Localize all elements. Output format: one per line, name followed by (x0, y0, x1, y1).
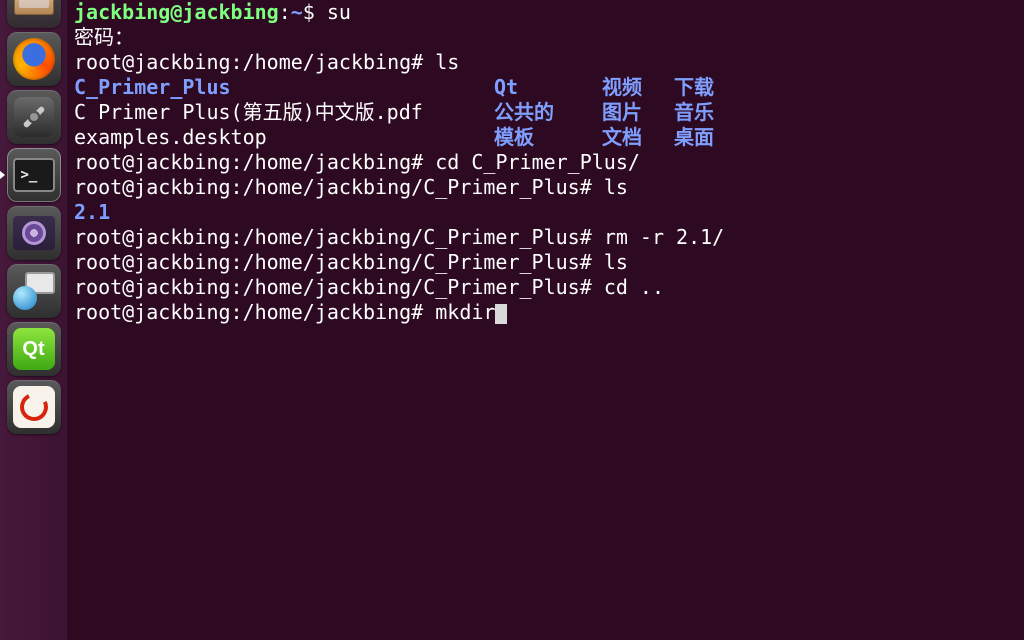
cmd-rm: rm -r 2.1/ (604, 225, 724, 249)
ls-file-examples: examples.desktop (74, 125, 494, 150)
cmd-cd-cprimer: cd C_Primer_Plus/ (435, 150, 640, 174)
ls-file-pdf: C Primer Plus(第五版)中文版.pdf (74, 100, 494, 125)
root-prompt-4: root@jackbing:/home/jackbing/C_Primer_Pl… (74, 225, 604, 249)
ls-dir-download: 下载 (674, 75, 714, 100)
active-indicator-icon (0, 170, 5, 180)
ls-dir-documents: 文档 (602, 125, 674, 150)
cmd-mkdir: mkdir (435, 300, 495, 324)
ls-dir-qt: Qt (494, 75, 602, 100)
cmd-ls-1: ls (435, 50, 459, 74)
prompt-sep: : (279, 0, 291, 24)
root-prompt-3: root@jackbing:/home/jackbing/C_Primer_Pl… (74, 175, 604, 199)
unity-launcher: >_ Qt (0, 0, 68, 640)
ls-dir-desktop: 桌面 (674, 125, 714, 150)
dock-files[interactable] (7, 0, 61, 28)
dock-media[interactable] (7, 206, 61, 260)
dock-terminal[interactable]: >_ (7, 148, 61, 202)
ls-dir-templates: 模板 (494, 125, 602, 150)
files-icon (14, 0, 54, 15)
settings-icon (14, 97, 54, 137)
prompt-symbol: $ (303, 0, 327, 24)
cmd-cd-up: cd .. (604, 275, 664, 299)
dock-pdf[interactable] (7, 380, 61, 434)
dock-remote[interactable] (7, 264, 61, 318)
ls-dir-public: 公共的 (494, 100, 602, 125)
cmd-ls-2: ls (604, 175, 628, 199)
dock-firefox[interactable] (7, 32, 61, 86)
password-prompt: 密码： (74, 25, 134, 49)
pdf-icon (13, 386, 55, 428)
ls-dir-pictures: 图片 (602, 100, 674, 125)
prompt-user: jackbing@jackbing (74, 0, 279, 24)
terminal-icon: >_ (13, 158, 55, 192)
media-icon (13, 216, 55, 250)
ls-dir-21: 2.1 (74, 200, 110, 224)
dock-qt[interactable]: Qt (7, 322, 61, 376)
text-cursor (495, 304, 507, 324)
root-prompt-6: root@jackbing:/home/jackbing/C_Primer_Pl… (74, 275, 604, 299)
ls-dir-music: 音乐 (674, 100, 714, 125)
root-prompt-5: root@jackbing:/home/jackbing/C_Primer_Pl… (74, 250, 604, 274)
ls-dir-video: 视频 (602, 75, 674, 100)
root-prompt-7: root@jackbing:/home/jackbing# (74, 300, 435, 324)
prompt-path: ~ (291, 0, 303, 24)
root-prompt-2: root@jackbing:/home/jackbing# (74, 150, 435, 174)
remote-desktop-icon (13, 272, 55, 310)
ls-dir-cprimer: C_Primer_Plus (74, 75, 494, 100)
terminal-window[interactable]: jackbing@jackbing:~$ su 密码： root@jackbin… (68, 0, 1024, 640)
dock-settings[interactable] (7, 90, 61, 144)
root-prompt-1: root@jackbing:/home/jackbing# (74, 50, 435, 74)
cmd-ls-3: ls (604, 250, 628, 274)
cmd-su: su (327, 0, 351, 24)
firefox-icon (13, 38, 55, 80)
qt-icon: Qt (13, 328, 55, 370)
